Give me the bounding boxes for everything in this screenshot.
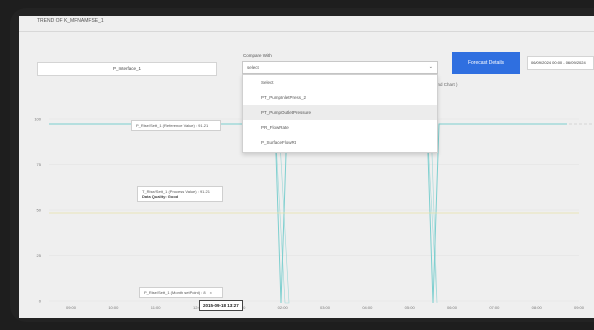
x-tick-label: 03:00 [320,305,331,310]
chevron-down-icon: ⌄ [428,64,433,70]
x-tick-label: 09:00 [574,305,585,310]
x-tick-label: 11:00 [151,305,161,310]
cursor-tooltip-text: P_Rise/Sett_1 (Month setPoint) : 8 [144,290,206,295]
x-tick-label: 04:00 [362,305,373,310]
x-cursor-timestamp: 2015-09-18 13:27 [199,300,243,311]
cursor-tooltip: P_Rise/Sett_1 (Month setPoint) : 8 x [139,287,223,298]
title-divider [19,31,594,32]
series-select[interactable]: P_Interface_1 [37,62,217,76]
compare-with-label: Compare With [243,53,272,58]
x-tick-label: 05:00 [405,305,416,310]
reference-value-tooltip: P_Rise/Sett_1 (Reference Value) : 91.21 [131,120,221,131]
close-icon[interactable]: x [210,290,212,295]
x-tick-label: 02:00 [278,305,289,310]
dropdown-option-highlighted[interactable]: PT_PumpOutletPressure [243,105,437,120]
process-value-tooltip: T_Rise/Sett_1 (Process Value) : 91.21 Da… [137,186,223,202]
dropdown-option[interactable]: Select [243,75,437,90]
y-tick-label: 0 [39,299,42,304]
x-axis: 09:0010:0011:0012:0001:0002:0003:0004:00… [66,305,585,310]
x-tick-label: 08:00 [532,305,543,310]
forecast-details-button[interactable]: Forecast Details [452,52,520,74]
x-tick-label: 07:00 [489,305,500,310]
dropdown-option[interactable]: P_SurfaceFlowRt [243,135,437,150]
date-range-input[interactable]: 06/09/2024 00:00 - 06/09/2024 [527,56,594,70]
compare-with-dropdown: Select PT_PumpInletPress_2 PT_PumpOutlet… [242,74,438,153]
y-tick-label: 75 [37,162,42,167]
y-axis: 100 75 50 25 0 [34,117,41,304]
x-tick-label: 09:00 [66,305,77,310]
data-quality-text: Data Quality: Good [142,194,179,199]
x-tick-label: 06:00 [447,305,458,310]
reference-value-text: P_Rise/Sett_1 (Reference Value) : 91.21 [136,123,209,128]
compare-with-value: select [247,65,259,70]
y-tick-label: 100 [34,117,41,122]
compare-with-select[interactable]: select ⌄ [242,61,438,74]
x-tick-label: 10:00 [108,305,119,310]
y-tick-label: 25 [37,253,42,258]
y-tick-label: 50 [37,208,42,213]
dropdown-option[interactable]: PT_PumpInletPress_2 [243,90,437,105]
dropdown-option[interactable]: PR_FlowRate [243,120,437,135]
trend-window: TREND OF K_MFNAMFSE_1 P_Interface_1 Comp… [19,16,594,318]
window-title: TREND OF K_MFNAMFSE_1 [37,18,104,24]
